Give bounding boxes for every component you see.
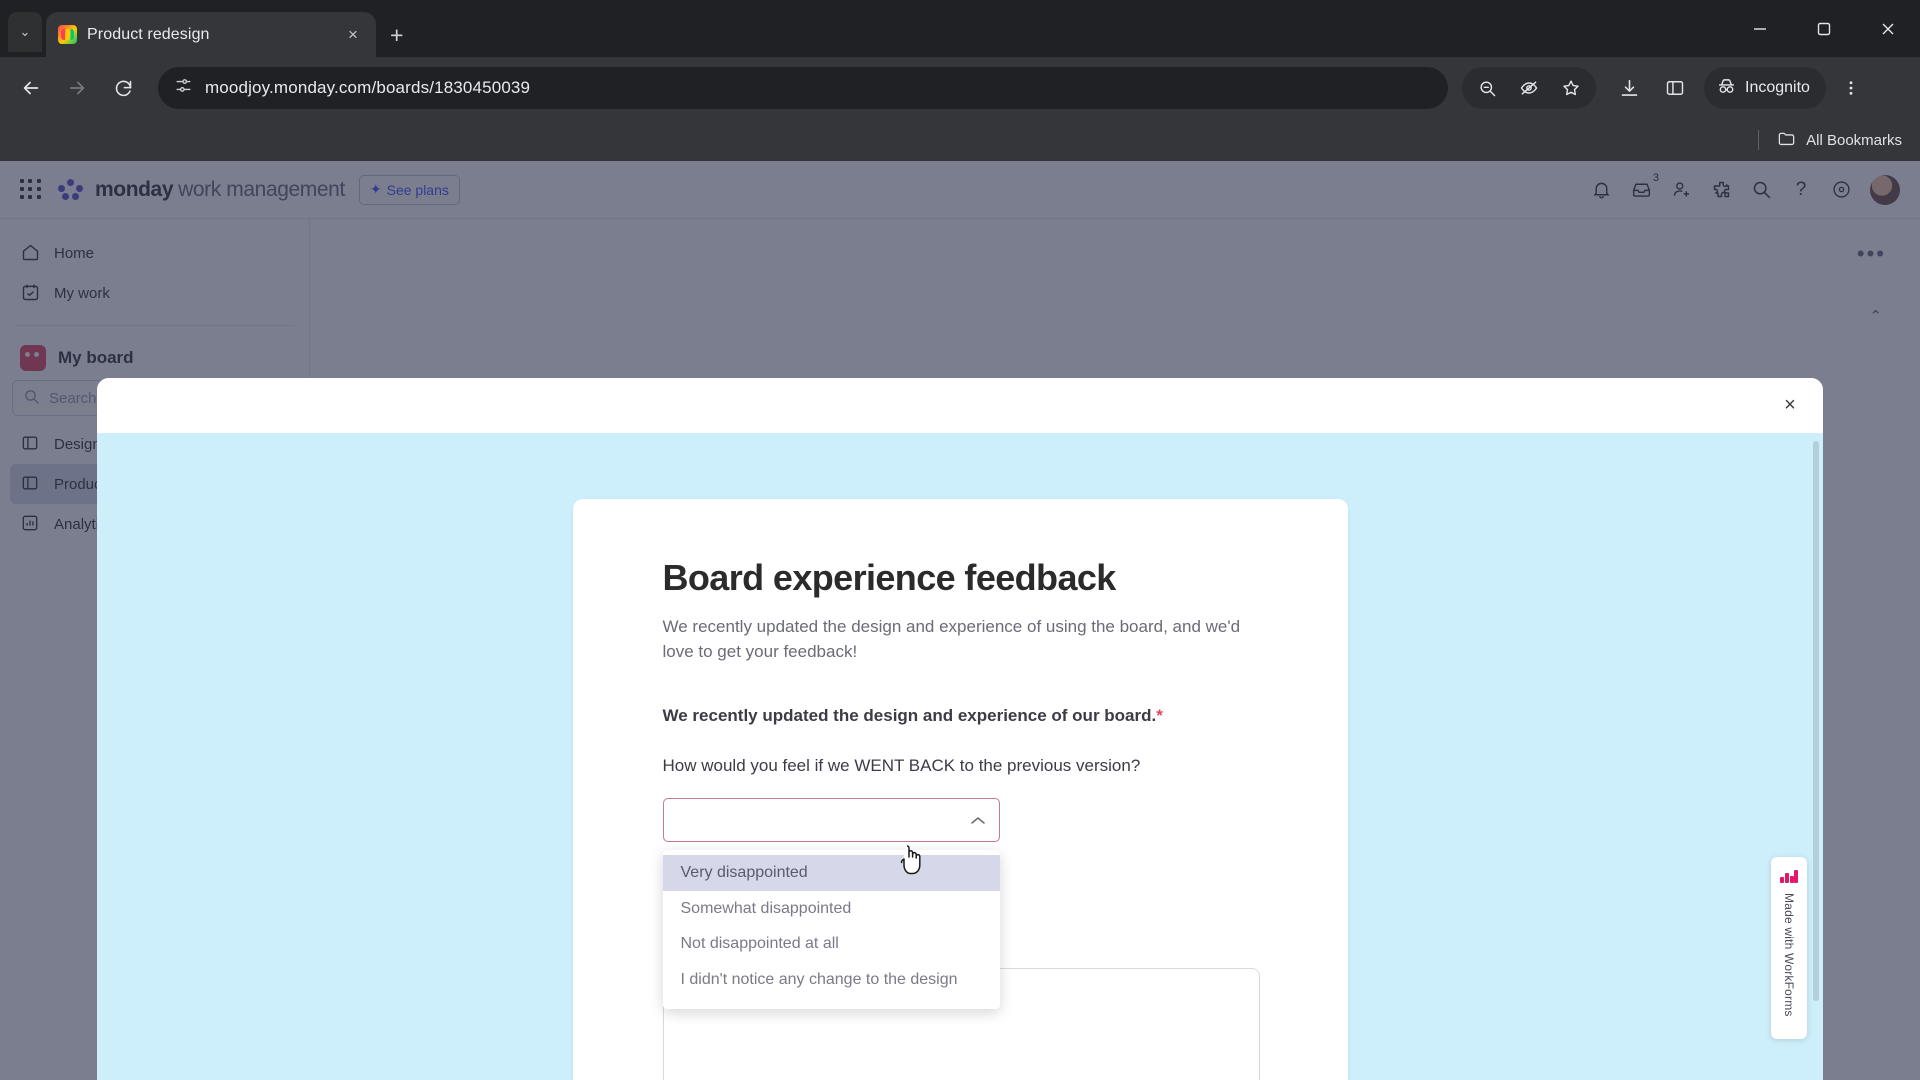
bookmark-star-icon[interactable] xyxy=(1550,67,1592,109)
omnibox-icon-group xyxy=(1462,67,1596,109)
question-label: We recently updated the design and exper… xyxy=(662,706,1163,726)
downloads-icon[interactable] xyxy=(1608,67,1650,109)
form-modal: × Board experience feedback We recently … xyxy=(97,378,1823,1080)
new-tab-button[interactable]: + xyxy=(390,24,403,47)
browser-window: ⌄ Product redesign × + moodjoy.monday.co… xyxy=(0,0,1920,1080)
made-with-workforms-badge[interactable]: Made with WorkForms xyxy=(1771,857,1807,1039)
select-option[interactable]: Somewhat disappointed xyxy=(663,891,1000,927)
tab-search-chevron-icon[interactable]: ⌄ xyxy=(8,12,42,52)
close-icon[interactable]: × xyxy=(1775,390,1805,420)
required-marker: * xyxy=(1156,706,1163,726)
web-page: mondaywork management ✦ See plans 3 xyxy=(0,161,1920,1080)
minimize-icon[interactable] xyxy=(1728,0,1792,57)
tab-title: Product redesign xyxy=(87,25,210,43)
reload-icon[interactable] xyxy=(102,67,144,109)
maximize-icon[interactable] xyxy=(1792,0,1856,57)
zoom-out-icon[interactable] xyxy=(1466,67,1508,109)
form-card: Board experience feedback We recently up… xyxy=(572,499,1348,1080)
watermark-label: Made with WorkForms xyxy=(1782,893,1796,1017)
bookmarks-bar: All Bookmarks xyxy=(0,119,1920,161)
browser-tab[interactable]: Product redesign × xyxy=(46,12,376,57)
window-controls xyxy=(1728,0,1920,57)
incognito-icon xyxy=(1716,77,1737,100)
select-options-menu: Very disappointed Somewhat disappointed … xyxy=(662,850,1000,1010)
select-trigger[interactable] xyxy=(662,798,1000,843)
form-subtitle: We recently updated the design and exper… xyxy=(662,617,1241,661)
site-settings-icon[interactable] xyxy=(174,76,193,100)
close-window-icon[interactable] xyxy=(1856,0,1920,57)
chevron-up-icon[interactable] xyxy=(970,813,985,828)
address-bar[interactable]: moodjoy.monday.com/boards/1830450039 xyxy=(158,67,1448,109)
question-subtitle: How would you feel if we WENT BACK to th… xyxy=(662,756,1141,776)
tab-strip: ⌄ Product redesign × + xyxy=(0,0,1920,57)
feedback-select: Very disappointed Somewhat disappointed … xyxy=(662,798,1000,1010)
close-icon[interactable]: × xyxy=(342,26,364,43)
form-canvas: Board experience feedback We recently up… xyxy=(97,433,1823,1080)
modal-topbar: × xyxy=(97,378,1823,433)
select-option[interactable]: Very disappointed xyxy=(662,855,1000,891)
all-bookmarks-label[interactable]: All Bookmarks xyxy=(1806,132,1902,149)
scrollbar[interactable] xyxy=(1813,441,1819,1001)
forward-arrow-icon[interactable] xyxy=(56,67,98,109)
three-dot-menu-icon[interactable] xyxy=(1830,67,1872,109)
hidden-eye-icon[interactable] xyxy=(1508,67,1550,109)
side-panel-icon[interactable] xyxy=(1654,67,1696,109)
incognito-indicator[interactable]: Incognito xyxy=(1704,67,1826,109)
url-text: moodjoy.monday.com/boards/1830450039 xyxy=(205,78,531,97)
incognito-label: Incognito xyxy=(1745,79,1810,96)
mouse-cursor xyxy=(900,844,926,876)
folder-icon xyxy=(1777,129,1796,152)
browser-toolbar: moodjoy.monday.com/boards/1830450039 Inc… xyxy=(0,57,1920,119)
select-option[interactable]: Not disappointed at all xyxy=(663,926,1000,962)
page-title: Board experience feedback xyxy=(662,557,1117,598)
select-option[interactable]: I didn't notice any change to the design xyxy=(663,962,1000,998)
monday-logo-icon xyxy=(58,25,77,44)
workforms-logo-icon xyxy=(1780,869,1798,883)
back-arrow-icon[interactable] xyxy=(10,67,52,109)
divider xyxy=(1758,130,1760,150)
